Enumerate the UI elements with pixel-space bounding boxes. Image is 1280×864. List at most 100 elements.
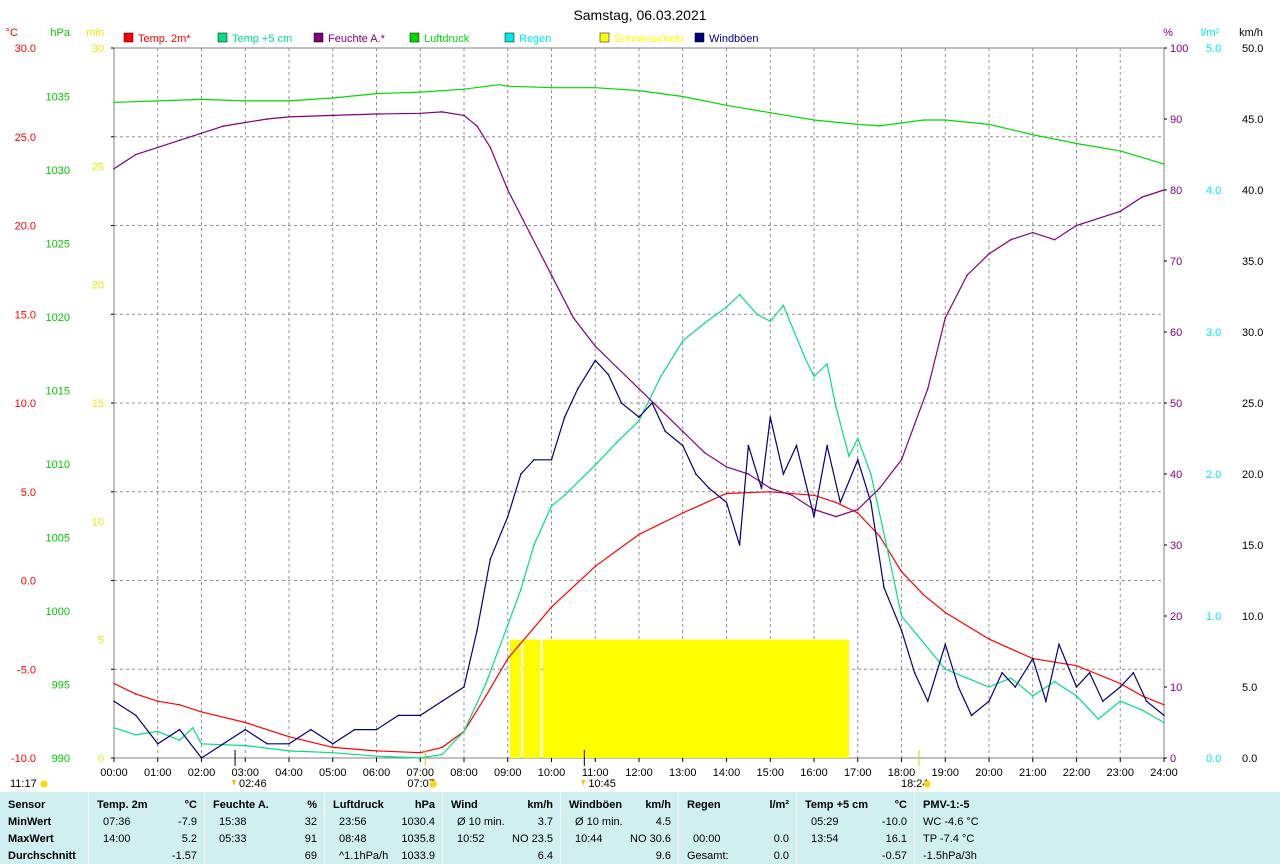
data-point: [922, 641, 925, 644]
data-point: [1031, 133, 1034, 136]
sunshine-bar: [509, 639, 521, 758]
data-point: [826, 363, 828, 365]
data-point: [533, 544, 535, 546]
legend-swatch: [504, 32, 515, 43]
data-point: [113, 101, 115, 104]
tick-label: 995: [52, 680, 70, 692]
data-point: [1075, 142, 1078, 145]
data-point: [576, 388, 579, 390]
data-point: [135, 693, 137, 695]
data-point: [813, 515, 815, 518]
time-axis: 00:00 01:00 02:00 03:00 04:00 05:00 06:00 07:00…: [100, 758, 1178, 779]
data-point: [594, 359, 597, 362]
data-point: [397, 714, 400, 717]
stats-header: Sensor: [8, 799, 46, 811]
stats-unit: km/h: [527, 799, 553, 811]
tick-label: 20: [1170, 611, 1182, 623]
stats-time: 14:00: [103, 833, 131, 845]
stats-header: Regen: [687, 799, 721, 811]
time-label: 08:00: [450, 767, 478, 779]
data-point: [506, 624, 509, 626]
tick-label: 1000: [46, 606, 70, 618]
data-point: [988, 638, 990, 640]
data-point: [463, 114, 465, 117]
data-point: [288, 100, 290, 102]
data-point: [489, 558, 492, 560]
data-point: [725, 501, 728, 504]
legend-label: Feuchte A.*: [328, 33, 386, 45]
stats-value: 5.2: [181, 833, 197, 845]
tick-label: 20.0: [15, 221, 36, 233]
data-point: [1119, 210, 1122, 213]
tick-label: 30.0: [15, 43, 36, 55]
data-point: [1031, 231, 1034, 234]
data-point: [826, 444, 828, 447]
legend-label: Sonnenschein: [614, 33, 684, 45]
data-point: [178, 728, 181, 731]
data-point: [970, 714, 973, 717]
stats-value: 1033.9: [401, 850, 435, 862]
data-point: [848, 455, 850, 458]
stats-row-label: Gesamt:: [687, 850, 729, 862]
data-point: [769, 416, 772, 419]
data-point: [725, 492, 728, 495]
data-point: [1119, 686, 1122, 688]
stats-time: TP -7.4 °C: [923, 833, 975, 845]
axis-unit: hPa: [50, 27, 70, 39]
data-point: [725, 466, 728, 468]
data-point: [769, 320, 772, 323]
data-point: [419, 112, 422, 115]
data-point: [1163, 721, 1165, 724]
data-point: [883, 586, 885, 589]
data-point: [1053, 238, 1056, 241]
data-point: [782, 473, 785, 475]
time-label: 24:00: [1150, 767, 1178, 779]
tick-label: 10: [92, 516, 104, 528]
sun-icon: [40, 780, 48, 788]
data-point: [988, 686, 990, 688]
tick-label: 1035: [46, 92, 70, 104]
tick-label: 90: [1170, 114, 1182, 126]
data-point: [419, 714, 422, 717]
data-point: [594, 86, 597, 89]
data-point: [419, 751, 422, 754]
marker-label: 02:46: [239, 778, 267, 790]
data-point: [966, 677, 968, 679]
data-point: [922, 119, 925, 121]
data-point: [550, 459, 553, 461]
stats-time: 08:48: [339, 833, 367, 845]
data-point: [1097, 217, 1100, 220]
time-label: 19:00: [931, 767, 959, 779]
data-point: [331, 743, 334, 745]
data-point: [922, 593, 925, 596]
data-point: [222, 743, 225, 745]
tick-label: 80: [1170, 185, 1182, 197]
data-point: [988, 123, 990, 126]
data-point: [441, 753, 443, 756]
data-point: [944, 643, 947, 646]
data-point: [244, 744, 247, 747]
data-point: [747, 444, 750, 447]
tick-label: 0.0: [21, 576, 36, 588]
data-point: [839, 501, 842, 504]
data-point: [681, 430, 684, 433]
data-point: [738, 544, 741, 546]
data-point: [156, 146, 159, 149]
stats-row-label: MaxWert: [8, 833, 54, 845]
data-point: [113, 682, 115, 685]
data-point: [135, 734, 137, 736]
data-point: [791, 325, 793, 328]
tick-label: -10.0: [11, 753, 36, 765]
stats-time: ^1.1hPa/h: [339, 850, 389, 862]
tick-label: 1015: [46, 386, 70, 398]
data-point: [813, 508, 815, 511]
tick-label: 40: [1170, 469, 1182, 481]
data-point: [856, 123, 859, 126]
data-point: [1075, 224, 1078, 227]
data-point: [695, 473, 697, 475]
stats-time: 10:52: [457, 833, 485, 845]
axis-unit: °C: [6, 27, 18, 39]
stats-column: Temp. 2m °C 07:36 -7.9 14:00 5.2 -1.57: [88, 792, 205, 864]
stats-row-label: Durchschnitt: [8, 850, 76, 862]
tick-label: 0: [1170, 753, 1176, 765]
